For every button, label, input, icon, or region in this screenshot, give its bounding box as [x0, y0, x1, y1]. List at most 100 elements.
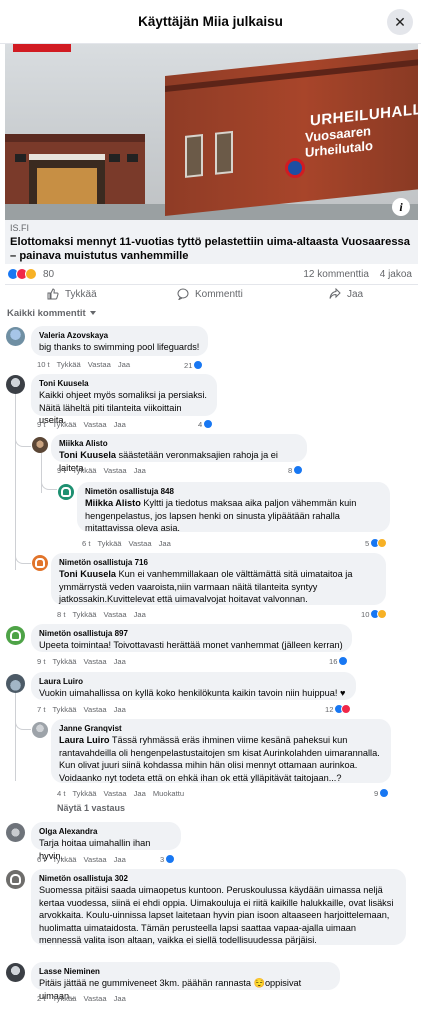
comment-time[interactable]: 7 t: [37, 705, 45, 714]
share-count[interactable]: 4 jakoa: [380, 269, 412, 280]
anonymous-avatar[interactable]: [6, 870, 25, 889]
comment-share-link[interactable]: Jaa: [134, 610, 146, 619]
comment-reply-link[interactable]: Vastaa: [84, 705, 107, 714]
link-preview-image[interactable]: URHEILUHALLIT Vuosaaren Urheilutalo i: [5, 44, 418, 220]
comment-reply-link[interactable]: Vastaa: [104, 789, 127, 798]
anonymous-avatar[interactable]: [32, 555, 48, 571]
comment-time[interactable]: 6 t: [37, 855, 45, 864]
post-stats: 80 12 kommenttia 4 jakoa: [7, 268, 414, 282]
info-icon[interactable]: i: [392, 198, 410, 216]
edited-label: Muokattu: [152, 789, 185, 798]
like-button[interactable]: Tykkää: [47, 288, 97, 300]
avatar[interactable]: [32, 722, 48, 738]
comment-like-link[interactable]: Tykkää: [72, 610, 96, 619]
anonymous-avatar[interactable]: [58, 484, 74, 500]
avatar[interactable]: [6, 375, 25, 394]
comment-share-link[interactable]: Jaa: [114, 705, 126, 714]
link-source: IS.FI: [10, 223, 30, 233]
share-button[interactable]: Jaa: [329, 288, 363, 300]
comment-time[interactable]: 9 t: [57, 466, 65, 475]
mention[interactable]: Toni Kuusela: [59, 450, 116, 460]
comment-icon: [177, 288, 189, 300]
link-preview-caption[interactable]: IS.FI Elottomaksi mennyt 11-vuotias tytt…: [5, 220, 418, 264]
mention[interactable]: Miikka Alisto: [85, 498, 141, 508]
comment-share-link[interactable]: Jaa: [134, 466, 146, 475]
comment-share-link[interactable]: Jaa: [114, 855, 126, 864]
comment-time[interactable]: 4 t: [57, 789, 65, 798]
anonymous-avatar[interactable]: [6, 626, 25, 645]
comment-reply-link[interactable]: Vastaa: [104, 466, 127, 475]
comment-reply-link[interactable]: Vastaa: [88, 360, 111, 369]
comment-time[interactable]: 9 t: [37, 657, 45, 666]
comment-share-link[interactable]: Jaa: [118, 360, 130, 369]
comment-time[interactable]: 10 t: [37, 360, 50, 369]
comment-reply-link[interactable]: Vastaa: [84, 657, 107, 666]
avatar[interactable]: [6, 823, 25, 842]
comment-like-link[interactable]: Tykkää: [52, 420, 76, 429]
comment-like-link[interactable]: Tykkää: [72, 466, 96, 475]
comment-share-link[interactable]: Jaa: [159, 539, 171, 548]
comment-author[interactable]: Miikka Alisto: [59, 438, 299, 449]
comment-time[interactable]: 9 t: [37, 420, 45, 429]
avatar[interactable]: [6, 674, 25, 693]
comment-filter-dropdown[interactable]: Kaikki kommentit: [7, 308, 96, 319]
comment-reactions[interactable]: 3: [160, 854, 176, 864]
reaction-count: 3: [160, 854, 165, 864]
comment-bubble: Lasse Nieminen Pitäis jättää ne gummiven…: [31, 962, 340, 1001]
comment-like-link[interactable]: Tykkää: [52, 855, 76, 864]
reaction-count: 4: [198, 419, 203, 429]
comment-meta: 9 t Tykkää Vastaa Jaa: [37, 657, 126, 666]
avatar[interactable]: [6, 327, 25, 346]
comment-like-link[interactable]: Tykkää: [97, 539, 121, 548]
comment-like-link[interactable]: Tykkää: [52, 994, 76, 1003]
comment-author[interactable]: Toni Kuusela: [39, 378, 209, 389]
comment-reply-link[interactable]: Vastaa: [84, 855, 107, 864]
link-headline: Elottomaksi mennyt 11-vuotias tyttö pela…: [10, 236, 410, 262]
comment-bubble: Toni Kuusela Kaikki ohjeet myös somaliks…: [31, 374, 217, 425]
comment-reply-link[interactable]: Vastaa: [84, 994, 107, 1003]
comment-author[interactable]: Olga Alexandra: [39, 826, 173, 837]
comment-share-link[interactable]: Jaa: [114, 420, 126, 429]
comment-reply-link[interactable]: Vastaa: [104, 610, 127, 619]
comment-button[interactable]: Kommentti: [177, 288, 243, 300]
comment-time[interactable]: 6 t: [82, 539, 90, 548]
comment-share-link[interactable]: Jaa: [114, 657, 126, 666]
comment-share-link[interactable]: Jaa: [134, 789, 146, 798]
comment-author[interactable]: Nimetön osallistuja 848: [85, 486, 382, 497]
comment-reactions[interactable]: 21: [184, 360, 204, 370]
comment-reactions[interactable]: 12: [325, 704, 352, 714]
comment-author[interactable]: Nimetön osallistuja 897: [39, 628, 344, 639]
comment-time[interactable]: 2 t: [37, 994, 45, 1003]
comment-like-link[interactable]: Tykkää: [52, 657, 76, 666]
comment-like-link[interactable]: Tykkää: [72, 789, 96, 798]
comment-count[interactable]: 12 kommenttia: [303, 269, 369, 280]
anonymous-icon: [35, 558, 45, 568]
comment-reactions[interactable]: 9: [374, 788, 390, 798]
comment-author[interactable]: Lasse Nieminen: [39, 966, 332, 977]
reaction-count[interactable]: 80: [43, 269, 54, 280]
comment-like-link[interactable]: Tykkää: [57, 360, 81, 369]
avatar[interactable]: [6, 963, 25, 982]
comment-author[interactable]: Valeria Azovskaya: [39, 330, 200, 341]
comment-reactions[interactable]: 10: [361, 609, 388, 619]
comment-share-link[interactable]: Jaa: [114, 994, 126, 1003]
comment-reactions[interactable]: 4: [198, 419, 214, 429]
comment-bubble: Laura Luiro Vuokin uimahallissa on kyllä…: [31, 672, 356, 700]
close-icon[interactable]: ✕: [387, 9, 413, 35]
comment-reply-link[interactable]: Vastaa: [84, 420, 107, 429]
mention[interactable]: Laura Luiro: [59, 735, 110, 745]
comment-reactions[interactable]: 8: [288, 465, 304, 475]
comment-reactions[interactable]: 16: [329, 656, 349, 666]
comment-time[interactable]: 8 t: [57, 610, 65, 619]
avatar[interactable]: [32, 437, 48, 453]
comment-reactions[interactable]: 5: [365, 538, 388, 548]
show-replies-link[interactable]: Näytä 1 vastaus: [57, 803, 125, 813]
mention[interactable]: Toni Kuusela: [59, 569, 116, 579]
comment-author[interactable]: Nimetön osallistuja 716: [59, 557, 378, 568]
comment-author[interactable]: Laura Luiro: [39, 676, 348, 687]
comment-author[interactable]: Nimetön osallistuja 302: [39, 873, 398, 884]
reaction-count: 16: [329, 656, 338, 666]
comment-like-link[interactable]: Tykkää: [52, 705, 76, 714]
comment-author[interactable]: Janne Granqvist: [59, 723, 383, 734]
comment-reply-link[interactable]: Vastaa: [129, 539, 152, 548]
